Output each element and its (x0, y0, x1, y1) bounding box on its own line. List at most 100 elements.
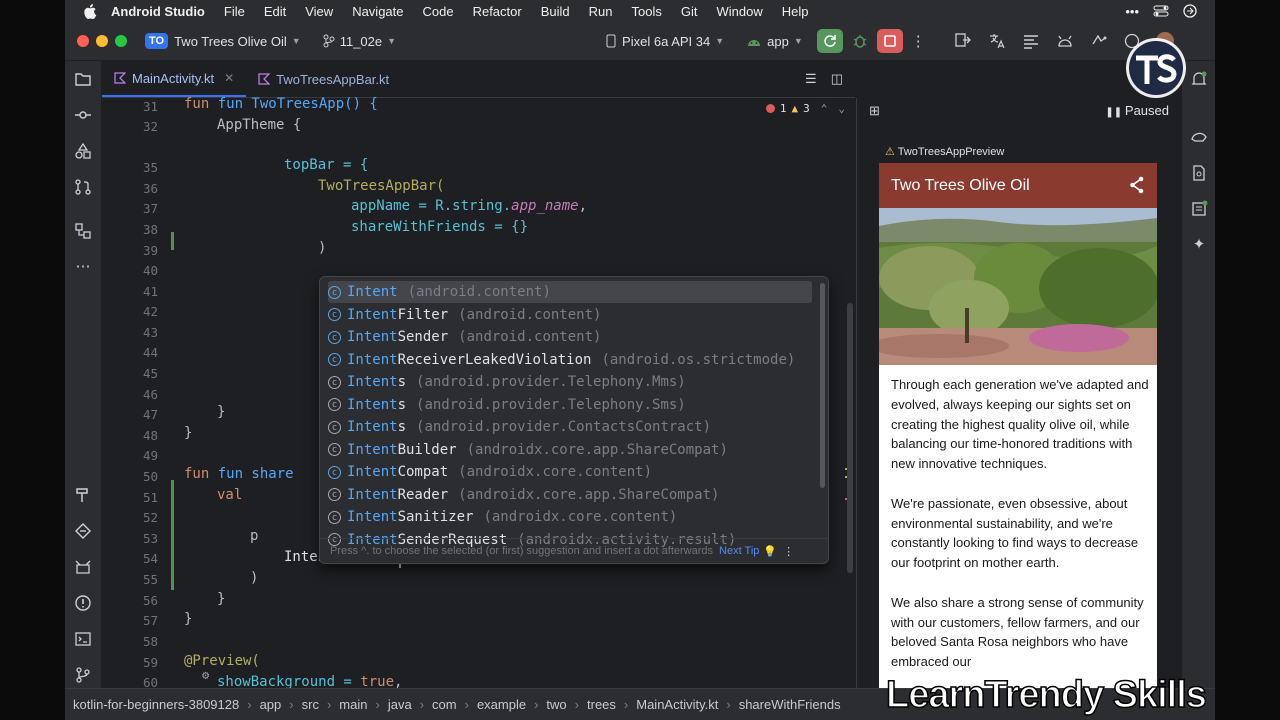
code-line-48: } (184, 425, 193, 441)
run-config-selector[interactable]: app ▼ (746, 34, 803, 49)
completion-item[interactable]: c Intent Filter (android.content) (328, 304, 812, 326)
completion-item[interactable]: c Intent s (android.provider.Telephony.Sms) (328, 394, 812, 416)
breadcrumb-item[interactable]: kotlin-for-beginners-3809128 (73, 697, 239, 712)
branch-selector[interactable]: 11_02e ▼ (323, 34, 396, 49)
zoom-window-button[interactable] (115, 35, 127, 47)
code-view-icon[interactable]: ☰ (805, 71, 817, 87)
breadcrumb-item[interactable]: app (260, 697, 282, 712)
preview-gear-icon[interactable]: ⚙ (202, 668, 209, 682)
completion-item[interactable]: c Intent ReceiverLeakedViolation (android.o… (328, 349, 812, 371)
gemini-sparkle-icon[interactable]: ✦ (1189, 235, 1209, 255)
device-manager-icon[interactable] (1090, 32, 1108, 50)
menu-edit[interactable]: Edit (264, 4, 286, 19)
completion-scrollbar[interactable] (820, 283, 825, 488)
previous-highlight-icon[interactable]: ⌃ (821, 102, 828, 115)
build-hammer-icon[interactable] (73, 485, 93, 505)
line-number: 53 (142, 531, 158, 546)
pull-requests-icon[interactable] (73, 177, 93, 197)
completion-item[interactable]: c Intent Sender (android.content) (328, 326, 812, 348)
breadcrumb-item[interactable]: shareWithFriends (739, 697, 841, 712)
terminal-icon[interactable] (73, 629, 93, 649)
menu-code[interactable]: Code (423, 4, 454, 19)
menu-navigate[interactable]: Navigate (352, 4, 403, 19)
completion-item[interactable]: c Intent s (android.provider.Telephony.Mms) (328, 371, 812, 393)
share-icon[interactable] (1129, 176, 1145, 194)
line-number: 50 (142, 469, 158, 484)
menu-refactor[interactable]: Refactor (473, 4, 522, 19)
completion-options-icon[interactable]: ⋮ (783, 545, 794, 558)
search-icon[interactable] (1183, 4, 1197, 18)
apply-changes-button[interactable] (816, 29, 843, 53)
breadcrumb-item[interactable]: trees (587, 697, 616, 712)
completion-item[interactable]: c Intent (android.content) (328, 281, 812, 303)
menu-file[interactable]: File (224, 4, 245, 19)
sdk-manager-icon[interactable] (1056, 32, 1074, 50)
logcat-icon[interactable] (73, 557, 93, 577)
breadcrumb-item[interactable]: main (339, 697, 367, 712)
menu-help[interactable]: Help (782, 4, 809, 19)
menu-run[interactable]: Run (589, 4, 613, 19)
device-file-explorer-icon[interactable] (1189, 163, 1209, 183)
breadcrumb-item[interactable]: two (546, 697, 566, 712)
menu-tools[interactable]: Tools (632, 4, 662, 19)
menu-app-name[interactable]: Android Studio (111, 4, 205, 19)
version-control-icon[interactable] (73, 665, 93, 685)
preview-layout-icon[interactable]: ⊞ (869, 103, 880, 119)
resource-manager-icon[interactable] (73, 141, 93, 161)
completion-item[interactable]: c Intent s (android.provider.ContactsContra… (328, 416, 812, 438)
profiler-icon[interactable] (1022, 32, 1040, 50)
pause-icon: ❚❚ (1105, 107, 1125, 118)
menu-window[interactable]: Window (716, 4, 762, 19)
completion-item[interactable]: c Intent Compat (androidx.core.content) (328, 461, 812, 483)
commit-icon[interactable] (73, 105, 93, 125)
app-title: Two Trees Olive Oil (891, 176, 1030, 194)
breadcrumb-item[interactable]: com (432, 697, 457, 712)
control-center-icon[interactable] (1153, 5, 1169, 17)
more-icon[interactable]: ••• (1125, 4, 1139, 19)
completion-rest: Builder (397, 441, 457, 458)
breadcrumb-item[interactable]: java (388, 697, 412, 712)
sync-gradle-icon[interactable] (954, 32, 972, 50)
menu-view[interactable]: View (305, 4, 333, 19)
project-selector[interactable]: TO Two Trees Olive Oil ▼ (145, 33, 301, 49)
breadcrumb-item[interactable]: MainActivity.kt (636, 697, 718, 712)
minimize-window-button[interactable] (96, 35, 108, 47)
next-tip-link[interactable]: Next Tip (719, 545, 759, 557)
device-selector[interactable]: Pixel 6a API 34 ▼ (606, 34, 724, 49)
completion-rest: Filter (397, 306, 449, 323)
more-tool-windows-icon[interactable]: ⋯ (73, 257, 93, 277)
tab-main-activity[interactable]: MainActivity.kt ✕ (102, 61, 247, 97)
breadcrumb-item[interactable]: src (302, 697, 319, 712)
debug-button[interactable] (847, 29, 873, 53)
menu-git[interactable]: Git (681, 4, 698, 19)
breadcrumb-item[interactable]: example (477, 697, 526, 712)
more-actions-icon[interactable]: ⋮ (911, 32, 926, 50)
close-tab-icon[interactable]: ✕ (224, 71, 234, 85)
problems-icon[interactable] (73, 593, 93, 613)
completion-item[interactable]: c Intent Reader (androidx.core.app.ShareCom… (328, 484, 812, 506)
split-view-icon[interactable]: ◫ (831, 71, 843, 87)
completion-match: Intent (347, 486, 398, 503)
apple-icon[interactable] (83, 3, 97, 19)
tab-two-trees-app-bar[interactable]: TwoTreesAppBar.kt (246, 61, 401, 97)
inspection-widget[interactable]: 1 ▲ 3 ⌃ ⌄ (765, 102, 845, 115)
translate-icon[interactable] (988, 32, 1006, 50)
close-window-button[interactable] (77, 35, 89, 47)
stop-button[interactable] (876, 29, 903, 53)
project-badge: TO (145, 33, 169, 49)
structure-icon[interactable] (73, 221, 93, 241)
next-highlight-icon[interactable]: ⌄ (838, 102, 845, 115)
code-line-55: ) (250, 570, 259, 586)
menu-build[interactable]: Build (541, 4, 570, 19)
running-devices-icon[interactable] (1189, 199, 1209, 219)
notifications-icon[interactable] (1189, 69, 1209, 89)
watermark-text: LearnTrendy Skills (885, 673, 1207, 717)
project-folder-icon[interactable] (73, 69, 93, 89)
editor-scrollbar[interactable] (847, 303, 853, 573)
run-tool-icon[interactable] (73, 521, 93, 541)
completion-item[interactable]: c Intent Builder (androidx.core.app.ShareCo… (328, 439, 812, 461)
preview-device-frame[interactable]: Two Trees Olive Oil Through each generat… (879, 163, 1157, 688)
code-completion-popup[interactable]: c Intent (android.content) c Intent Filter (an… (319, 276, 829, 564)
completion-item[interactable]: c Intent Sanitizer (androidx.core.content) (328, 506, 812, 528)
gradle-icon[interactable] (1189, 127, 1209, 147)
